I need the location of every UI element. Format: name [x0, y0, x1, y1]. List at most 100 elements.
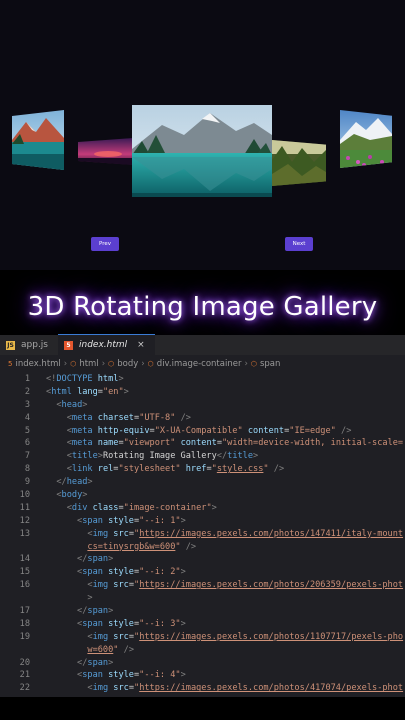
code-line: 20 </span>	[0, 657, 405, 670]
code-token: src	[108, 631, 129, 642]
code-line: cs=tinysrgb&w=600" />	[0, 541, 405, 554]
code-token: >	[211, 502, 217, 513]
code-token: body	[61, 490, 83, 501]
code-text: <div class="image-container">	[46, 502, 217, 515]
code-text: cs=tinysrgb&w=600" />	[46, 541, 196, 554]
code-token: >	[180, 618, 186, 629]
page-title: 3D Rotating Image Gallery	[27, 292, 378, 322]
code-text: </span>	[46, 657, 113, 670]
code-text: <meta charset="UTF-8" />	[46, 412, 191, 425]
code-token: span	[82, 567, 103, 578]
code-token: https://images.pexels.com/photos/417074/…	[139, 683, 404, 694]
breadcrumb-item[interactable]: html	[79, 359, 98, 369]
code-token: />	[185, 541, 197, 552]
breadcrumb-item[interactable]: span	[260, 359, 280, 369]
code-token: src	[108, 683, 129, 694]
code-token: title	[227, 451, 254, 462]
tab-app-js[interactable]: JS app.js	[0, 335, 58, 355]
code-line: 13 <img src="https://images.pexels.com/p…	[0, 528, 405, 541]
code-token: </	[216, 451, 228, 462]
code-token: "--i: 4"	[139, 670, 181, 681]
code-token: rel	[92, 464, 114, 475]
code-token: https://images.pexels.com/photos/1107717…	[139, 631, 404, 642]
code-line: 5 <meta http-equiv="X-UA-Compatible" con…	[0, 425, 405, 438]
code-line: 4 <meta charset="UTF-8" />	[0, 412, 405, 425]
breadcrumb-item[interactable]: body	[117, 359, 138, 369]
chevron-right-icon: ›	[101, 359, 106, 369]
code-line: 18 <span style="--i: 3">	[0, 618, 405, 631]
code-text: <img src="https://images.pexels.com/phot…	[46, 528, 403, 541]
code-token: Rotating Image Gallery	[102, 451, 217, 462]
code-token: div	[71, 502, 88, 513]
code-line: 17 </span>	[0, 605, 405, 618]
code-token: href	[180, 464, 207, 475]
code-token: />	[341, 425, 352, 436]
code-token: html	[92, 374, 119, 384]
code-token: "image-container"	[123, 502, 212, 513]
line-number: 13	[19, 528, 30, 539]
code-line: >	[0, 592, 405, 605]
code-text: <body>	[46, 489, 87, 502]
code-line: 10 <body>	[0, 489, 405, 502]
code-token: meta	[71, 425, 93, 436]
close-icon[interactable]: ×	[137, 340, 145, 350]
tab-label: index.html	[79, 340, 128, 350]
line-number: 21	[19, 670, 30, 681]
tab-index-html[interactable]: 5 index.html ×	[58, 334, 155, 355]
line-number: 12	[19, 515, 30, 526]
code-token: "stylesheet"	[118, 464, 181, 475]
code-token: title	[71, 451, 98, 462]
line-number: 1	[24, 374, 30, 384]
breadcrumb-item[interactable]: index.html	[15, 359, 60, 369]
code-token: span	[87, 554, 109, 565]
code-token: span	[82, 618, 103, 629]
line-number: 15	[19, 567, 30, 578]
code-line: w=600" />	[0, 644, 405, 657]
line-number: 14	[19, 554, 30, 565]
gallery-image-sunset	[78, 138, 133, 165]
code-token: "--i: 1"	[139, 515, 181, 526]
code-token: meta	[71, 412, 93, 423]
code-line: 6 <meta name="viewport" content="width=d…	[0, 437, 405, 450]
code-token: "UTF-8"	[139, 412, 176, 423]
code-token: http-equiv	[92, 425, 150, 436]
prev-button[interactable]: Prev	[91, 237, 119, 251]
code-token: link	[71, 464, 93, 475]
chevron-right-icon: ›	[244, 359, 248, 369]
next-button[interactable]: Next	[285, 237, 313, 251]
code-line: 9 </head>	[0, 476, 405, 489]
code-token: "width=device-width, initial-scale=	[222, 438, 404, 449]
code-token: "IE=edge"	[289, 425, 336, 436]
breadcrumb-item[interactable]: div.image-container	[157, 359, 242, 369]
code-token: html	[51, 386, 72, 397]
code-token: img	[92, 580, 109, 591]
code-token: name	[92, 438, 119, 449]
code-token: >	[180, 670, 186, 681]
editor-tabs: JS app.js 5 index.html ×	[0, 334, 405, 355]
code-token: </	[77, 554, 88, 565]
code-line: 22 <img src="https://images.pexels.com/p…	[0, 682, 405, 695]
code-token: >	[118, 374, 124, 384]
tag-icon: ⬡	[70, 360, 77, 368]
code-area[interactable]: 1 <!DOCTYPE html> 2 <html lang="en"> 3 <head…	[0, 373, 405, 695]
chevron-right-icon: ›	[63, 359, 68, 369]
code-token: >	[108, 657, 114, 668]
code-token: img	[92, 631, 109, 642]
code-text: <html lang="en">	[46, 386, 129, 399]
code-token: >	[253, 451, 259, 462]
code-line: 19 <img src="https://images.pexels.com/p…	[0, 631, 405, 644]
code-line: 14 </span>	[0, 553, 405, 566]
html5-file-icon: 5	[64, 340, 73, 350]
